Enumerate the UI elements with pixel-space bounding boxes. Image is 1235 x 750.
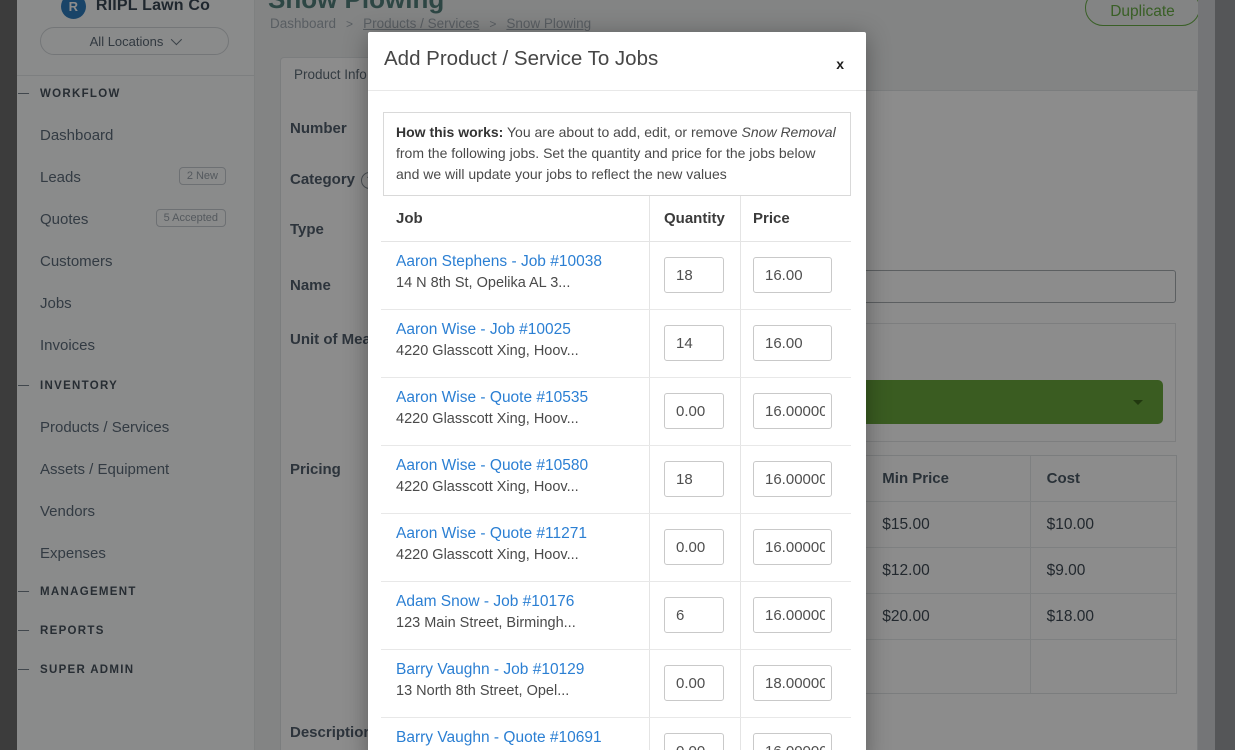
app-window: R RIIPL Lawn Co All Locations WORKFLOW D… (0, 0, 1235, 750)
how-this-works-lead: How this works: (396, 124, 503, 140)
price-input[interactable] (753, 597, 832, 633)
job-link[interactable]: Barry Vaughn - Job #10129 (396, 661, 649, 679)
price-input[interactable] (753, 665, 832, 701)
quantity-column-header: Quantity (649, 196, 740, 241)
job-address: 4220 Glasscott Xing, Hoov... (396, 411, 649, 427)
quantity-input[interactable] (664, 393, 724, 429)
quantity-input[interactable] (664, 257, 724, 293)
job-link[interactable]: Barry Vaughn - Quote #10691 (396, 729, 649, 747)
price-input[interactable] (753, 257, 832, 293)
jobs-table-header: Job Quantity Price (381, 196, 851, 242)
close-icon[interactable]: x (830, 54, 850, 74)
job-link[interactable]: Aaron Wise - Quote #10535 (396, 389, 649, 407)
job-address: 14 N 8th St, Opelika AL 3... (396, 275, 649, 291)
how-this-works-highlight: Snow Removal (742, 124, 836, 140)
job-link[interactable]: Aaron Wise - Quote #10580 (396, 457, 649, 475)
job-address: 4220 Glasscott Xing, Hoov... (396, 547, 649, 563)
job-link[interactable]: Adam Snow - Job #10176 (396, 593, 649, 611)
jobs-table: Job Quantity Price Aaron Stephens - Job … (381, 196, 851, 750)
job-address: 123 Main Street, Birmingh... (396, 615, 649, 631)
quantity-input[interactable] (664, 325, 724, 361)
price-input[interactable] (753, 393, 832, 429)
job-row: Barry Vaughn - Job #10129 13 North 8th S… (381, 650, 851, 718)
how-this-works-note: How this works: You are about to add, ed… (383, 112, 851, 196)
job-link[interactable]: Aaron Stephens - Job #10038 (396, 253, 649, 271)
job-row: Barry Vaughn - Quote #10691 13 North 8th… (381, 718, 851, 750)
modal-header: Add Product / Service To Jobs x (368, 32, 866, 91)
job-row: Aaron Stephens - Job #10038 14 N 8th St,… (381, 242, 851, 310)
job-address: 4220 Glasscott Xing, Hoov... (396, 343, 649, 359)
modal-title: Add Product / Service To Jobs (384, 47, 658, 71)
price-column-header: Price (740, 196, 851, 241)
how-this-works-part2: from the following jobs. Set the quantit… (396, 145, 815, 182)
quantity-input[interactable] (664, 529, 724, 565)
price-input[interactable] (753, 461, 832, 497)
add-product-to-jobs-modal: Add Product / Service To Jobs x How this… (368, 32, 866, 750)
price-input[interactable] (753, 733, 832, 750)
price-input[interactable] (753, 325, 832, 361)
how-this-works-part1: You are about to add, edit, or remove (503, 124, 741, 140)
price-input[interactable] (753, 529, 832, 565)
quantity-input[interactable] (664, 733, 724, 750)
quantity-input[interactable] (664, 597, 724, 633)
job-column-header: Job (381, 196, 649, 241)
job-link[interactable]: Aaron Wise - Job #10025 (396, 321, 649, 339)
quantity-input[interactable] (664, 665, 724, 701)
job-link[interactable]: Aaron Wise - Quote #11271 (396, 525, 649, 543)
quantity-input[interactable] (664, 461, 724, 497)
job-row: Aaron Wise - Quote #11271 4220 Glasscott… (381, 514, 851, 582)
job-row: Adam Snow - Job #10176 123 Main Street, … (381, 582, 851, 650)
job-address: 4220 Glasscott Xing, Hoov... (396, 479, 649, 495)
job-row: Aaron Wise - Quote #10580 4220 Glasscott… (381, 446, 851, 514)
job-row: Aaron Wise - Job #10025 4220 Glasscott X… (381, 310, 851, 378)
job-row: Aaron Wise - Quote #10535 4220 Glasscott… (381, 378, 851, 446)
job-address: 13 North 8th Street, Opel... (396, 683, 649, 699)
